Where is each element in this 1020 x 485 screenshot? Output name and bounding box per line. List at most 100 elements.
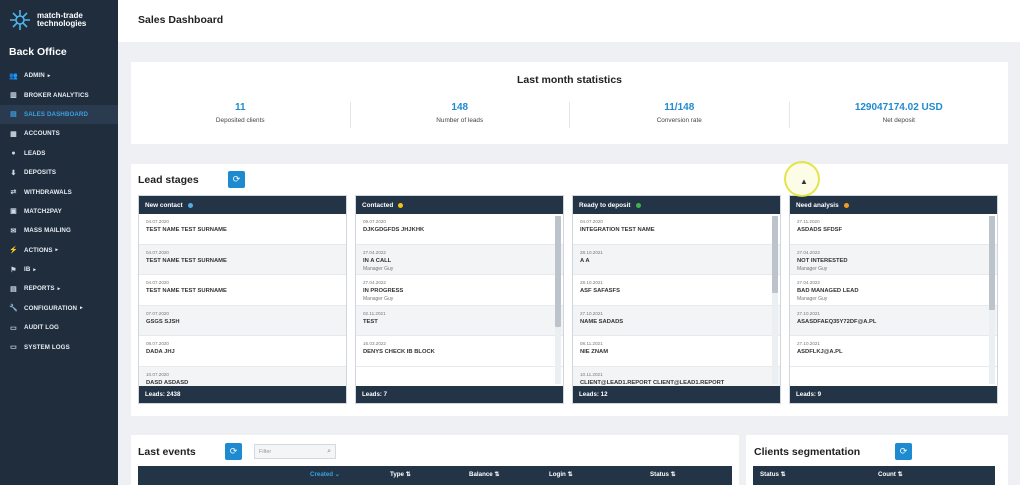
lead-card[interactable]: 27.10.2021 ASDFLKJ@A.PL [790, 336, 997, 367]
stage-list: 04.07.2020 INTEGRATION TEST NAME 28.10.2… [573, 214, 780, 386]
sidebar-item-broker-analytics[interactable]: ▥ BROKER ANALYTICS [0, 85, 118, 104]
lead-card[interactable]: 04.07.2020 TEST NAME TEST SURNAME [139, 214, 346, 245]
sidebar-item-label: SYSTEM LOGS [24, 343, 70, 351]
sidebar-item-leads[interactable]: ● LEADS [0, 144, 118, 163]
last-events-refresh-button[interactable]: ⟳ [225, 443, 242, 460]
lead-card[interactable]: 10.11.2021 CLIENT@LEAD1.REPORT CLIENT@LE… [573, 366, 780, 386]
search-icon: ⌕ [327, 448, 331, 455]
lead-name: ASDADS SFDSF [797, 227, 843, 233]
logo[interactable]: match-trade technologies [0, 0, 118, 40]
sidebar-item-mass-mailing[interactable]: ✉ MASS MAILING [0, 221, 118, 240]
scrollbar-thumb[interactable] [772, 216, 778, 293]
lead-card[interactable]: 07.07.2020 GSGS SJSH [139, 305, 346, 336]
column-seg-status[interactable]: Status ⇅ [760, 471, 786, 478]
lead-name: TEST [363, 318, 378, 325]
lead-stages-refresh-button[interactable]: ⟳ [228, 171, 245, 188]
events-filter-input[interactable]: Filter ⌕ [254, 444, 336, 459]
column-seg-count[interactable]: Count ⇅ [878, 471, 903, 478]
sidebar-item-label: AUDIT LOG [24, 324, 59, 332]
lead-card[interactable]: 08.07.2020 DADA JHJ [139, 336, 346, 367]
match-trade-logo-icon [8, 8, 32, 32]
column-login[interactable]: Login ⇅ [549, 471, 573, 478]
sidebar-item-ib[interactable]: ⚑ IB ▸ [0, 260, 118, 279]
stage-footer: Leads: 7 [356, 386, 563, 403]
lead-card[interactable]: 27.10.2021 NAME SADADS [573, 305, 780, 336]
sidebar-item-withdrawals[interactable]: ⇄ WITHDRAWALS [0, 182, 118, 201]
lead-card[interactable]: 27.10.2021 ASASDFAEQ35Y72DF@A.PL [790, 305, 997, 336]
lead-date: 27.04.2022 [797, 280, 820, 285]
sidebar-item-admin[interactable]: 👥 ADMIN ▸ [0, 66, 118, 85]
lead-date: 04.07.2020 [146, 249, 169, 255]
lead-card[interactable]: 27.04.2022 IN PROGRESS Manager Guy [356, 275, 563, 306]
ib-icon: ⚑ [10, 266, 17, 274]
column-status[interactable]: Status ⇅ [650, 471, 676, 478]
lead-name: TEST NAME TEST SURNAME [146, 288, 227, 294]
stage-header: Contacted [356, 196, 563, 214]
stage-scrollbar[interactable] [772, 216, 778, 384]
lead-card[interactable]: 28.10.2021 A A [573, 244, 780, 275]
lead-card[interactable]: 28.10.2021 ASF SAFASFS [573, 275, 780, 306]
clients-segmentation-title: Clients segmentation [754, 446, 861, 458]
lead-card[interactable]: 04.07.2020 INTEGRATION TEST NAME [573, 214, 780, 245]
lead-card[interactable]: 16.03.2022 DENYS CHECK IB BLOCK [356, 336, 563, 367]
accounts-icon: ▦ [10, 130, 17, 138]
column-created[interactable]: Created ⌄ [310, 471, 340, 478]
lead-card[interactable]: 08.11.2021 NIE ZNAM [573, 336, 780, 367]
sidebar-item-match2pay[interactable]: ▣ MATCH2PAY [0, 202, 118, 221]
segmentation-table-header: Status ⇅ Count ⇅ [753, 466, 995, 485]
stage-scrollbar[interactable] [555, 216, 561, 384]
stat-item: 11/148 Conversion rate [570, 102, 790, 128]
sidebar-item-system-logs[interactable]: ▭ SYSTEM LOGS [0, 337, 118, 356]
lead-date: 27.11.2020 [797, 219, 820, 224]
stage-scrollbar[interactable] [989, 216, 995, 384]
lead-card[interactable]: 02.11.2021 TEST [356, 305, 563, 336]
sidebar-item-label: LEADS [24, 149, 46, 157]
lead-date: 16.03.2022 [363, 341, 386, 346]
column-balance[interactable]: Balance ⇅ [469, 471, 500, 478]
lead-date: 10.07.2020 [146, 371, 169, 377]
lead-card[interactable]: 27.04.2022 IN A CALL Manager Guy [356, 244, 563, 275]
column-balance-label: Balance [469, 471, 493, 478]
sidebar-item-label: WITHDRAWALS [24, 188, 72, 196]
stage-list: 27.11.2020 ASDADS SFDSF 27.04.2022 NOT I… [790, 214, 997, 386]
lead-card[interactable]: 04.07.2020 TEST NAME TEST SURNAME [139, 275, 346, 306]
refresh-icon: ⟳ [899, 446, 908, 456]
stat-label: Net deposit [882, 117, 915, 124]
segmentation-refresh-button[interactable]: ⟳ [895, 443, 912, 460]
sidebar-item-configuration[interactable]: 🔧 CONFIGURATION ▸ [0, 299, 118, 318]
last-events-card: Last events ⟳ Filter ⌕ Created ⌄ Type ⇅ … [131, 435, 739, 485]
stage-color-dot [843, 202, 849, 208]
sidebar-nav: 👥 ADMIN ▸ ▥ BROKER ANALYTICS ▤ SALES DASHBOARD… [0, 66, 118, 357]
lead-date: 02.11.2021 [363, 310, 386, 316]
sidebar-item-accounts[interactable]: ▦ ACCOUNTS [0, 124, 118, 143]
sidebar-item-actions[interactable]: ⚡ ACTIONS ▸ [0, 241, 118, 260]
stage-lead-count: Leads: 12 [579, 391, 608, 398]
page-header: Sales Dashboard [118, 0, 1020, 42]
sidebar-item-reports[interactable]: ▤ REPORTS ▸ [0, 279, 118, 298]
column-type[interactable]: Type ⇅ [390, 471, 411, 478]
lead-card[interactable]: 10.07.2020 DASD ASDASD [139, 366, 346, 386]
sidebar-item-label: ADMIN [24, 72, 45, 80]
sidebar-item-audit-log[interactable]: ▭ AUDIT LOG [0, 318, 118, 337]
stage-footer: Leads: 2438 [139, 386, 346, 403]
lead-card[interactable]: 09.07.2020 DJKGDGFDS JHJKHK [356, 214, 563, 245]
deposit-icon: ⬇ [10, 169, 17, 177]
lead-name: ASASDFAEQ35Y72DF@A.PL [797, 318, 877, 325]
lead-date: 27.10.2021 [797, 310, 820, 316]
lead-card[interactable]: 27.04.2022 BAD MANAGED LEAD Manager Guy [790, 275, 997, 306]
lead-card[interactable]: 04.07.2020 TEST NAME TEST SURNAME [139, 244, 346, 275]
scrollbar-thumb[interactable] [989, 216, 995, 310]
stat-item: 148 Number of leads [351, 102, 570, 128]
sidebar-item-label: CONFIGURATION [24, 304, 78, 312]
sidebar-item-deposits[interactable]: ⬇ DEPOSITS [0, 163, 118, 182]
stat-item: 11 Deposited clients [131, 102, 351, 128]
sidebar: match-trade technologies Back Office 👥 AD… [0, 0, 118, 485]
lead-name: DENYS CHECK IB BLOCK [363, 349, 435, 355]
lead-manager: Manager Guy [363, 265, 394, 272]
lead-card[interactable]: 27.11.2020 ASDADS SFDSF [790, 214, 997, 245]
refresh-icon: ⟳ [229, 446, 238, 456]
clients-segmentation-card: Clients segmentation ⟳ Status ⇅ Count ⇅ [746, 435, 1008, 485]
scrollbar-thumb[interactable] [555, 216, 561, 327]
lead-card[interactable]: 27.04.2022 NOT INTERESTED Manager Guy [790, 244, 997, 275]
sidebar-item-sales-dashboard[interactable]: ▤ SALES DASHBOARD [0, 104, 118, 125]
